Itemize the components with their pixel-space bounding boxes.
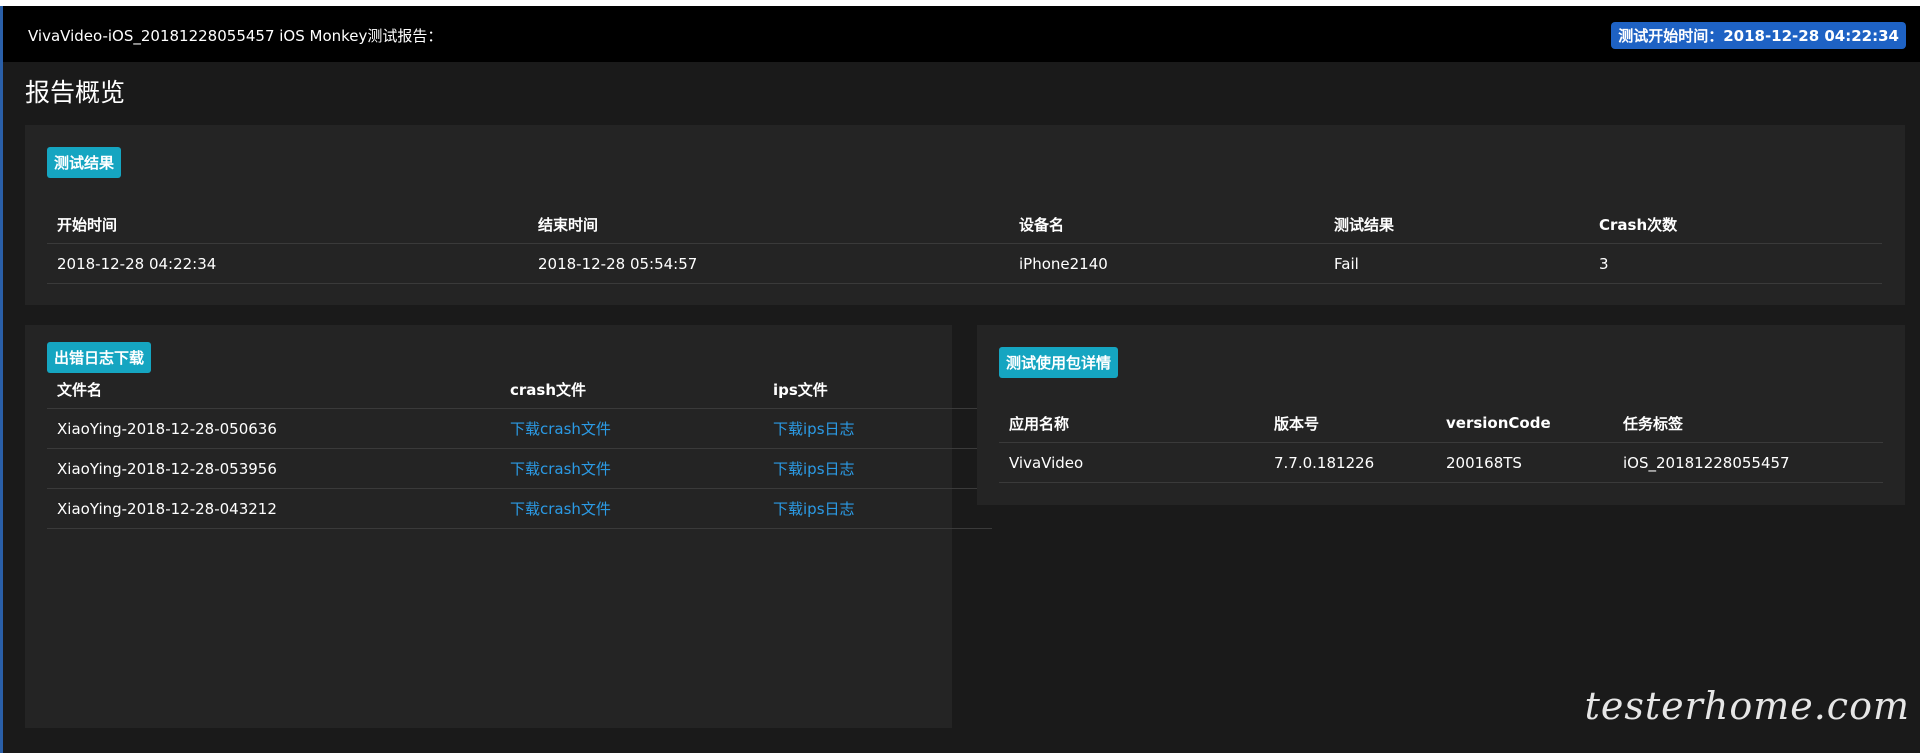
package-details-badge: 测试使用包详情 (999, 347, 1119, 378)
download-ips-link[interactable]: 下载ips日志 (773, 460, 855, 478)
device-value: iPhone2140 (1009, 243, 1324, 284)
report-header: VivaVideo-iOS_20181228055457 iOS Monkey测… (3, 6, 1920, 62)
table-row: XiaoYing-2018-12-28-053956 下载crash文件 下载i… (47, 448, 992, 489)
column-header-task-tag: 任务标签 (1613, 404, 1883, 443)
file-name-cell: XiaoYing-2018-12-28-050636 (47, 408, 500, 449)
page-title: 报告概览 (25, 78, 126, 107)
column-header-device: 设备名 (1009, 205, 1324, 244)
table-header-row: 文件名 crash文件 ips文件 (47, 370, 992, 409)
version-value: 7.7.0.181226 (1264, 442, 1436, 483)
column-header-result: 测试结果 (1324, 205, 1589, 244)
column-header-crash-file: crash文件 (500, 370, 763, 409)
download-crash-link[interactable]: 下载crash文件 (510, 460, 611, 478)
error-logs-badge: 出错日志下载 (47, 342, 152, 373)
error-logs-table: 文件名 crash文件 ips文件 XiaoYing-2018-12-28-05… (47, 370, 992, 529)
test-result-panel: 测试结果 开始时间 结束时间 设备名 测试结果 Crash次数 2018-12-… (25, 125, 1905, 305)
app-name-value: VivaVideo (999, 442, 1264, 483)
column-header-start-time: 开始时间 (47, 205, 528, 244)
column-header-version-code: versionCode (1436, 404, 1613, 443)
ips-file-cell: 下载ips日志 (763, 408, 992, 449)
download-crash-link[interactable]: 下载crash文件 (510, 420, 611, 438)
column-header-version: 版本号 (1264, 404, 1436, 443)
column-header-app-name: 应用名称 (999, 404, 1264, 443)
start-time-value: 2018-12-28 04:22:34 (47, 243, 528, 284)
report-title: VivaVideo-iOS_20181228055457 iOS Monkey测… (28, 27, 443, 45)
ips-file-cell: 下载ips日志 (763, 448, 992, 489)
download-crash-link[interactable]: 下载crash文件 (510, 500, 611, 518)
download-ips-link[interactable]: 下载ips日志 (773, 500, 855, 518)
table-row: XiaoYing-2018-12-28-043212 下载crash文件 下载i… (47, 488, 992, 529)
table-header-row: 应用名称 版本号 versionCode 任务标签 (999, 404, 1883, 443)
column-header-file-name: 文件名 (47, 370, 500, 409)
version-code-value: 200168TS (1436, 442, 1613, 483)
test-result-badge: 测试结果 (47, 147, 122, 178)
table-row: XiaoYing-2018-12-28-050636 下载crash文件 下载i… (47, 408, 992, 449)
table-row: VivaVideo 7.7.0.181226 200168TS iOS_2018… (999, 442, 1883, 483)
crash-file-cell: 下载crash文件 (500, 488, 763, 529)
table-row: 2018-12-28 04:22:34 2018-12-28 05:54:57 … (47, 243, 1882, 284)
file-name-cell: XiaoYing-2018-12-28-053956 (47, 448, 500, 489)
start-time-badge: 测试开始时间：2018-12-28 04:22:34 (1611, 22, 1906, 49)
column-header-ips-file: ips文件 (763, 370, 992, 409)
end-time-value: 2018-12-28 05:54:57 (528, 243, 1009, 284)
testerhome-watermark: testerhome.com (1584, 684, 1910, 728)
crash-count-value: 3 (1589, 243, 1882, 284)
package-details-panel: 测试使用包详情 应用名称 版本号 versionCode 任务标签 VivaVi… (977, 325, 1905, 505)
result-value: Fail (1324, 243, 1589, 284)
column-header-end-time: 结束时间 (528, 205, 1009, 244)
ips-file-cell: 下载ips日志 (763, 488, 992, 529)
left-edge-accent (0, 6, 3, 753)
crash-file-cell: 下载crash文件 (500, 448, 763, 489)
package-details-table: 应用名称 版本号 versionCode 任务标签 VivaVideo 7.7.… (999, 404, 1883, 483)
download-ips-link[interactable]: 下载ips日志 (773, 420, 855, 438)
column-header-crash-count: Crash次数 (1589, 205, 1882, 244)
task-tag-value: iOS_20181228055457 (1613, 442, 1883, 483)
crash-file-cell: 下载crash文件 (500, 408, 763, 449)
file-name-cell: XiaoYing-2018-12-28-043212 (47, 488, 500, 529)
table-header-row: 开始时间 结束时间 设备名 测试结果 Crash次数 (47, 205, 1882, 244)
test-result-table: 开始时间 结束时间 设备名 测试结果 Crash次数 2018-12-28 04… (47, 205, 1882, 284)
